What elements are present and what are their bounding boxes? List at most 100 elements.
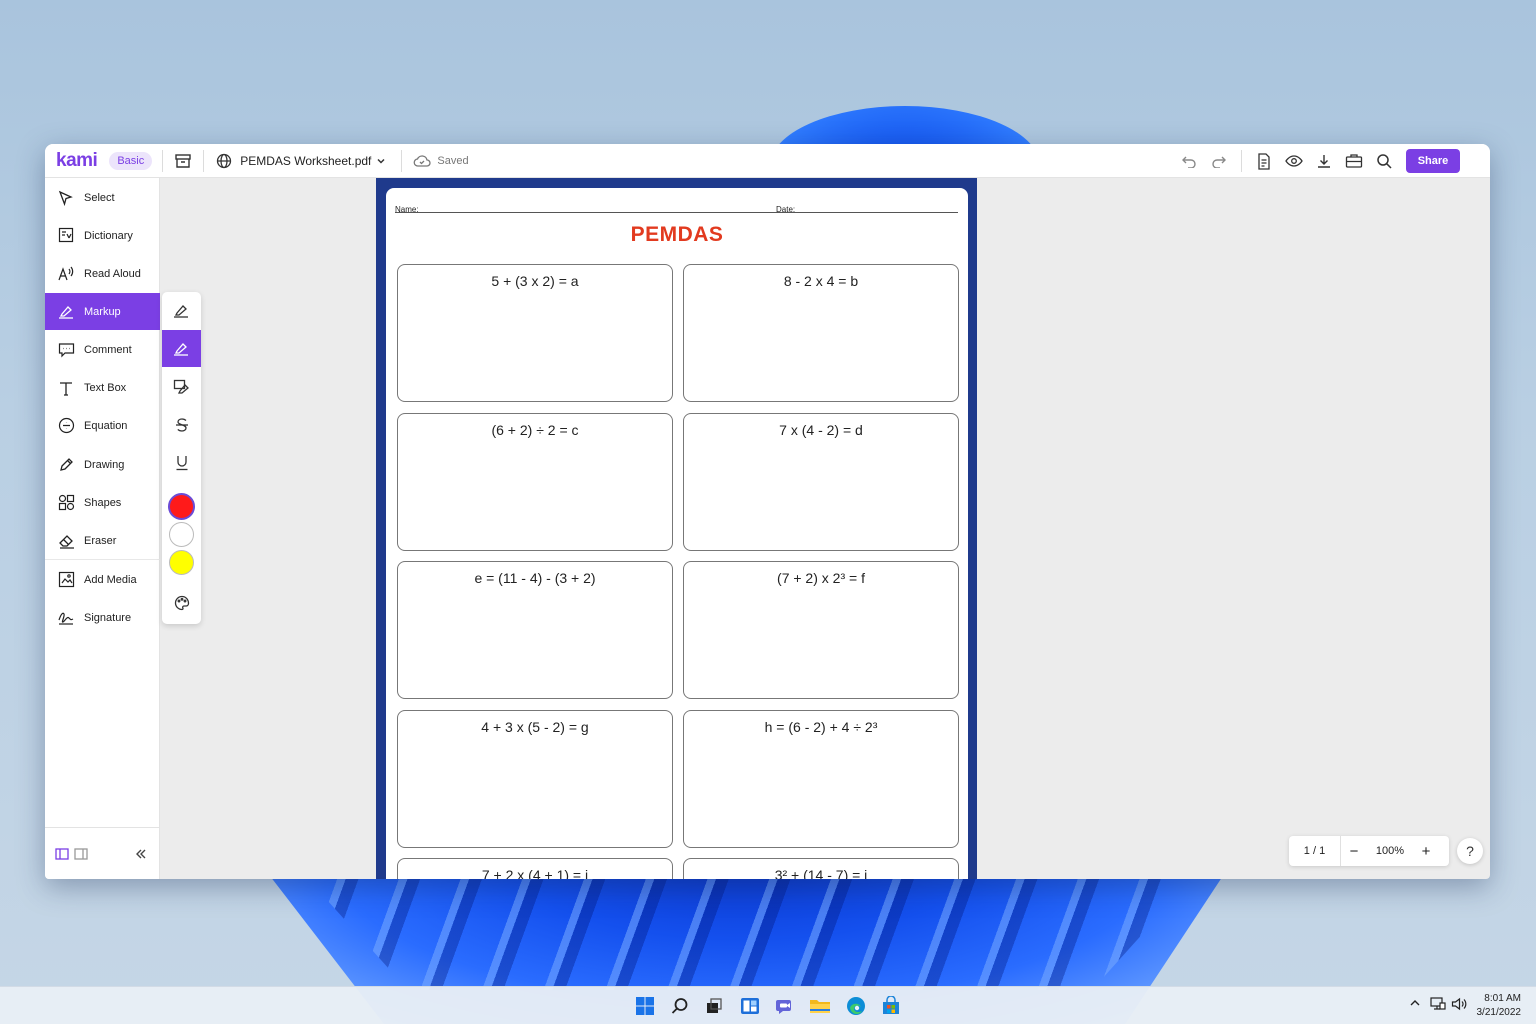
kami-logo[interactable]: kami	[56, 150, 98, 172]
sidebar-item-label: Signature	[84, 611, 132, 624]
problem-box[interactable]: (6 + 2) ÷ 2 = c	[397, 413, 673, 551]
pdf-document-viewer: Name: Date: PEMDAS 5 + (3 x 2) = a 8 - 2…	[376, 178, 977, 879]
sidebar-item-label: Markup	[84, 305, 121, 318]
page-indicator[interactable]: 1 / 1	[1289, 836, 1341, 866]
underline-tool[interactable]	[162, 444, 201, 481]
strikethrough-tool[interactable]	[162, 406, 201, 443]
problem-box[interactable]: 7 + 2 x (4 + 1) = i	[397, 858, 673, 879]
worksheet-page[interactable]: Name: Date: PEMDAS 5 + (3 x 2) = a 8 - 2…	[386, 188, 968, 879]
microsoft-store-icon[interactable]	[880, 995, 902, 1017]
sidebar-item-equation[interactable]: Equation	[45, 407, 160, 444]
problem-box[interactable]: 5 + (3 x 2) = a	[397, 264, 673, 402]
toolbar-right-group: Share	[1179, 149, 1460, 173]
start-icon[interactable]	[634, 995, 656, 1017]
plan-badge[interactable]: Basic	[109, 151, 153, 170]
color-swatch-red[interactable]	[168, 493, 195, 520]
area-highlight-tool[interactable]	[162, 368, 201, 405]
kami-app-window: kami Basic PEMDAS Worksheet.pdf Saved Sh…	[45, 144, 1490, 879]
highlighter-tool-active[interactable]	[162, 330, 201, 367]
globe-icon[interactable]	[214, 151, 234, 171]
sidebar-item-text-box[interactable]: Text Box	[45, 369, 160, 406]
left-tool-sidebar: Select Dictionary Read Aloud Markup Comm…	[45, 178, 160, 879]
palette-icon	[174, 595, 190, 611]
area-highlight-icon	[173, 379, 190, 395]
eraser-icon	[56, 531, 76, 551]
sidebar-item-shapes[interactable]: Shapes	[45, 484, 160, 521]
shapes-icon	[56, 493, 76, 513]
problem-box[interactable]: 3² + (14 - 7) = j	[683, 858, 959, 879]
sidebar-item-eraser[interactable]: Eraser	[45, 522, 160, 559]
underline-icon	[175, 455, 189, 471]
sidebar-item-signature[interactable]: Signature	[45, 599, 160, 636]
sidebar-item-label: Add Media	[84, 573, 137, 586]
problem-box[interactable]: (7 + 2) x 2³ = f	[683, 561, 959, 699]
sidebar-item-label: Equation	[84, 419, 128, 432]
signature-icon	[56, 608, 76, 628]
problem-box[interactable]: h = (6 - 2) + 4 ÷ 2³	[683, 710, 959, 848]
collapse-sidebar-icon[interactable]	[135, 848, 147, 860]
zoom-level[interactable]: 100%	[1367, 845, 1413, 857]
problem-box[interactable]: 8 - 2 x 4 = b	[683, 264, 959, 402]
sidebar-item-read-aloud[interactable]: Read Aloud	[45, 255, 160, 292]
edge-browser-icon[interactable]	[845, 995, 867, 1017]
toolbar-divider	[1241, 150, 1242, 172]
sidebar-item-label: Drawing	[84, 458, 125, 471]
problem-box[interactable]: e = (11 - 4) - (3 + 2)	[397, 561, 673, 699]
sidebar-item-comment[interactable]: Comment	[45, 331, 160, 368]
sidebar-item-drawing[interactable]: Drawing	[45, 446, 160, 483]
dictionary-icon	[56, 226, 76, 246]
eye-icon[interactable]	[1284, 151, 1304, 171]
clock-date: 3/21/2022	[1476, 1007, 1522, 1018]
sidebar-item-label: Select	[84, 191, 115, 204]
toolbox-icon[interactable]	[1344, 151, 1364, 171]
highlighter-tool[interactable]	[162, 292, 201, 329]
widgets-icon[interactable]	[739, 995, 761, 1017]
sidebar-item-label: Eraser	[84, 534, 117, 547]
highlighter-icon	[173, 303, 190, 319]
chevron-down-icon[interactable]	[371, 151, 391, 171]
zoom-in-button[interactable]: +	[1413, 843, 1439, 860]
document-icon[interactable]	[1254, 151, 1274, 171]
pen-icon	[56, 455, 76, 475]
sidebar-footer	[45, 827, 160, 879]
volume-icon[interactable]	[1451, 997, 1467, 1014]
file-name[interactable]: PEMDAS Worksheet.pdf	[240, 154, 371, 168]
sidebar-item-markup[interactable]: Markup	[45, 293, 160, 330]
toolbar-divider	[162, 149, 164, 172]
search-icon[interactable]	[1374, 151, 1394, 171]
sidebar-item-dictionary[interactable]: Dictionary	[45, 217, 160, 254]
layout-right-panel-icon[interactable]	[74, 847, 88, 860]
color-swatch-yellow[interactable]	[169, 550, 194, 575]
search-icon[interactable]	[669, 995, 691, 1017]
save-status: Saved	[437, 154, 469, 167]
redo-icon[interactable]	[1209, 151, 1229, 171]
download-icon[interactable]	[1314, 151, 1334, 171]
problem-box[interactable]: 7 x (4 - 2) = d	[683, 413, 959, 551]
help-button[interactable]: ?	[1457, 838, 1483, 864]
archive-icon[interactable]	[173, 151, 193, 171]
sidebar-item-label: Text Box	[84, 381, 127, 394]
undo-icon[interactable]	[1179, 151, 1199, 171]
zoom-out-button[interactable]: −	[1341, 843, 1367, 860]
share-button[interactable]: Share	[1406, 149, 1460, 173]
windows-taskbar: 8:01 AM 3/21/2022	[0, 986, 1536, 1024]
wallpaper-bloom-stripes	[300, 870, 1200, 990]
sidebar-item-add-media[interactable]: Add Media	[45, 561, 160, 598]
sidebar-item-label: Dictionary	[84, 229, 133, 242]
network-icon[interactable]	[1430, 997, 1446, 1014]
system-clock[interactable]: 8:01 AM 3/21/2022	[1477, 992, 1522, 1020]
teams-chat-icon[interactable]	[774, 995, 796, 1017]
page-zoom-controls: 1 / 1 − 100% +	[1289, 836, 1449, 866]
layout-left-panel-icon[interactable]	[55, 847, 69, 860]
equation-icon	[56, 416, 76, 436]
task-view-icon[interactable]	[703, 995, 725, 1017]
worksheet-title: PEMDAS	[630, 223, 724, 246]
sidebar-item-label: Comment	[84, 343, 132, 356]
color-palette-button[interactable]	[162, 586, 201, 620]
sidebar-item-select[interactable]: Select	[45, 179, 160, 216]
problem-box[interactable]: 4 + 3 x (5 - 2) = g	[397, 710, 673, 848]
color-swatch-white[interactable]	[169, 522, 194, 547]
markup-flyout	[162, 292, 201, 624]
chevron-up-icon[interactable]	[1409, 997, 1421, 1011]
file-explorer-icon[interactable]	[809, 995, 831, 1017]
